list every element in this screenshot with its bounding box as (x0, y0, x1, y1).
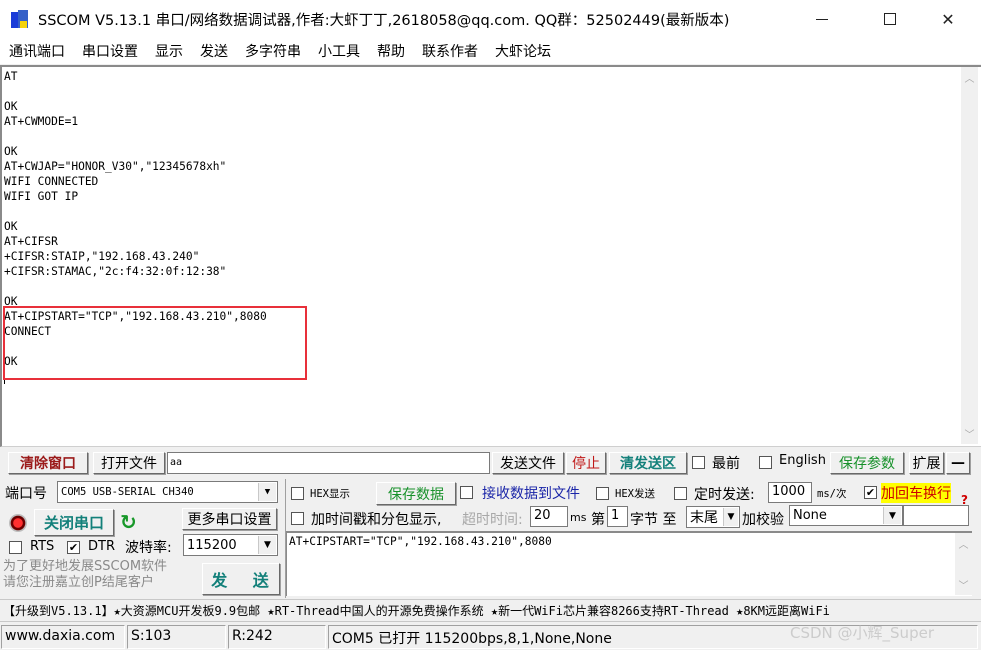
refresh-icon[interactable]: ↻ (120, 511, 142, 533)
byte-from-label: 第 (591, 512, 605, 528)
maximize-icon (884, 13, 896, 25)
timestamp-label: 加时间戳和分包显示, (311, 512, 442, 528)
baud-select[interactable]: 115200 ▼ (183, 534, 278, 556)
baud-label: 波特率: (125, 540, 172, 556)
scroll-up-icon[interactable]: ︿ (961, 69, 978, 86)
rts-checkbox[interactable] (9, 541, 22, 554)
menu-contact-author[interactable]: 联系作者 (422, 41, 478, 61)
send-text: AT+CIPSTART="TCP","192.168.43.210",8080 (289, 535, 552, 548)
hex-display-checkbox[interactable] (291, 487, 304, 500)
highlight-annotation-box (3, 306, 307, 380)
scroll-down-icon[interactable]: ﹀ (955, 576, 972, 593)
dtr-label: DTR (88, 539, 115, 554)
add-crlf-label: 加回车换行 (881, 483, 951, 503)
menu-bar: 通讯端口 串口设置 显示 发送 多字符串 小工具 帮助 联系作者 大虾论坛 (0, 38, 981, 64)
port-panel: 端口号 COM5 USB-SERIAL CH340 ▼ 关闭串口 ↻ 更多串口设… (0, 479, 284, 598)
receive-scrollbar[interactable]: ︿ ﹀ (961, 67, 978, 444)
checksum-label: 加校验 (742, 512, 784, 528)
close-port-button[interactable]: 关闭串口 (34, 509, 114, 536)
received-count: R:242 (228, 625, 326, 649)
file-toolbar: 清除窗口 打开文件 aa 发送文件 停止 清发送区 最前 English 保存参… (0, 449, 981, 477)
menu-send[interactable]: 发送 (200, 41, 228, 61)
port-label: 端口号 (5, 486, 47, 502)
menu-multi-string[interactable]: 多字符串 (245, 41, 301, 61)
menu-forum[interactable]: 大虾论坛 (495, 41, 551, 61)
menu-comm-port[interactable]: 通讯端口 (9, 41, 65, 61)
window-title: SSCOM V5.13.1 串口/网络数据调试器,作者:大虾丁丁,2618058… (38, 12, 730, 29)
close-icon: ✕ (941, 9, 955, 29)
menu-port-settings[interactable]: 串口设置 (82, 41, 138, 61)
add-crlf-checkbox[interactable]: ✔ (864, 486, 877, 499)
expand-button[interactable]: 扩展 (909, 452, 944, 474)
app-icon (10, 8, 32, 30)
close-button[interactable]: ✕ (922, 0, 974, 38)
send-file-button[interactable]: 发送文件 (492, 452, 564, 474)
receive-area[interactable]: AT OK AT+CWMODE=1 OK AT+CWJAP="HONOR_V30… (0, 65, 981, 447)
port-status-led-icon (9, 514, 27, 532)
sent-count: S:103 (127, 625, 226, 649)
timeout-input[interactable]: 20 (530, 506, 568, 527)
menu-display[interactable]: 显示 (155, 41, 183, 61)
port-select[interactable]: COM5 USB-SERIAL CH340 ▼ (57, 481, 278, 503)
timeout-label: 超时时间: (462, 512, 523, 528)
website-link[interactable]: www.daxia.com (1, 625, 125, 649)
clear-send-button[interactable]: 清发送区 (609, 452, 687, 474)
more-port-settings-button[interactable]: 更多串口设置 (182, 508, 277, 530)
checksum-value: None (793, 508, 827, 523)
chevron-down-icon: ▼ (258, 536, 276, 554)
topmost-label: 最前 (712, 456, 740, 472)
english-checkbox[interactable] (759, 456, 772, 469)
english-label: English (779, 453, 826, 468)
timed-send-checkbox[interactable] (674, 487, 687, 500)
clear-window-button[interactable]: 清除窗口 (8, 452, 88, 474)
byte-from-input[interactable]: 1 (607, 506, 628, 527)
save-params-button[interactable]: 保存参数 (830, 452, 904, 474)
send-scrollbar[interactable]: ︿ ﹀ (955, 533, 972, 595)
recv-to-file-label[interactable]: 接收数据到文件 (482, 483, 580, 503)
maximize-button[interactable] (864, 0, 916, 38)
title-bar: SSCOM V5.13.1 串口/网络数据调试器,作者:大虾丁丁,2618058… (0, 0, 981, 38)
port-value: COM5 USB-SERIAL CH340 (61, 486, 194, 498)
scroll-up-icon[interactable]: ︿ (955, 535, 972, 552)
timestamp-checkbox[interactable] (291, 512, 304, 525)
minimize-icon (816, 18, 828, 20)
ad-marquee[interactable]: 【升级到V5.13.1】★大资源MCU开发板9.9包邮 ★RT-Thread中国… (0, 599, 981, 622)
rts-label: RTS (30, 539, 55, 554)
byte-to-value: 末尾 (690, 510, 718, 526)
chevron-down-icon: ▼ (258, 483, 276, 501)
options-panel: HEX显示 保存数据 接收数据到文件 HEX发送 定时发送: 1000 ms/次… (285, 479, 981, 598)
dtr-checkbox[interactable]: ✔ (67, 541, 80, 554)
menu-tools[interactable]: 小工具 (318, 41, 360, 61)
send-area[interactable]: AT+CIPSTART="TCP","192.168.43.210",8080 … (286, 531, 972, 596)
save-data-button[interactable]: 保存数据 (376, 482, 456, 505)
file-path-input[interactable]: aa (167, 452, 490, 474)
timed-send-label: 定时发送: (694, 487, 755, 503)
hex-send-checkbox[interactable] (596, 487, 609, 500)
scroll-down-icon[interactable]: ﹀ (961, 425, 978, 442)
open-file-button[interactable]: 打开文件 (93, 452, 165, 474)
promo-text: 为了更好地发展SSCOM软件 请您注册嘉立创P结尾客户 (3, 559, 168, 590)
watermark: CSDN @小辉_Super (790, 624, 934, 642)
chevron-down-icon: ▼ (883, 507, 901, 524)
topmost-checkbox[interactable] (692, 456, 705, 469)
hex-display-label: HEX显示 (310, 488, 350, 500)
collapse-button[interactable]: — (946, 452, 970, 474)
byte-to-select[interactable]: 末尾 ▼ (686, 506, 740, 528)
interval-unit: ms/次 (817, 488, 847, 500)
interval-input[interactable]: 1000 (768, 482, 812, 503)
recv-to-file-checkbox[interactable] (460, 486, 473, 499)
minimize-button[interactable] (796, 0, 848, 38)
chevron-down-icon: ▼ (723, 508, 738, 526)
hex-send-label: HEX发送 (615, 488, 655, 500)
stop-button[interactable]: 停止 (566, 452, 606, 474)
byte-to-label: 字节 至 (630, 512, 677, 528)
checksum-select[interactable]: None ▼ (789, 505, 903, 526)
checksum-output-field[interactable] (903, 505, 969, 526)
timeout-unit: ms (570, 511, 587, 524)
send-button[interactable]: 发 送 (202, 563, 280, 595)
menu-help[interactable]: 帮助 (377, 41, 405, 61)
baud-value: 115200 (187, 537, 237, 553)
